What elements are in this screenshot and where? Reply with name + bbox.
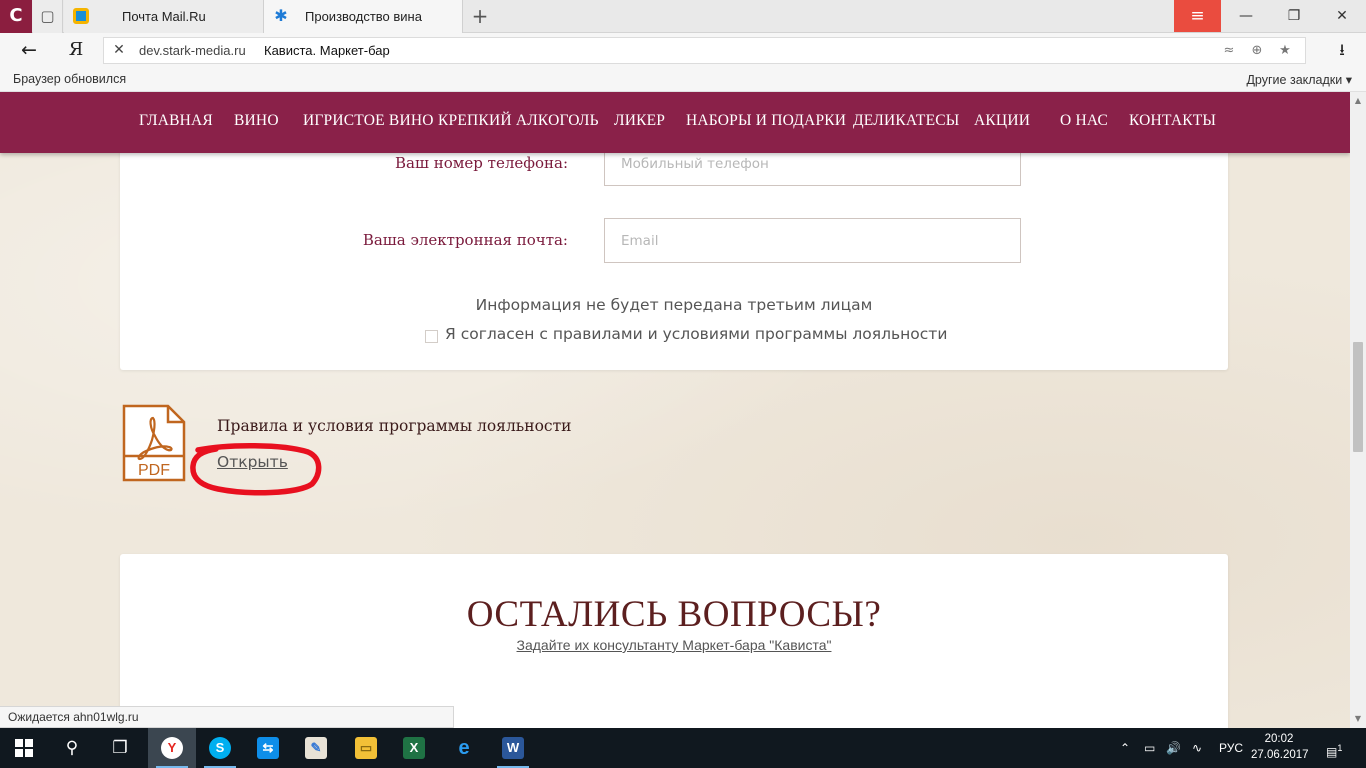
taskbar-excel[interactable]: X xyxy=(390,728,438,768)
yandex-home-button[interactable]: Я xyxy=(66,37,86,63)
downloads-icon[interactable]: ⭳ xyxy=(1332,39,1352,61)
notifications-icon[interactable]: ▤1 xyxy=(1326,728,1342,768)
taskbar-paint[interactable]: ✎ xyxy=(292,728,340,768)
email-field[interactable] xyxy=(604,218,1021,263)
questions-heading: ОСТАЛИСЬ ВОПРОСЫ? xyxy=(466,594,882,635)
clock-time: 20:02 xyxy=(1264,733,1294,745)
consultant-link[interactable]: Задайте их консультанту Маркет-бара "Кав… xyxy=(517,637,832,653)
taskbar-yandex-browser[interactable]: Y xyxy=(148,728,196,768)
taskbar-file-explorer[interactable]: ▭ xyxy=(342,728,390,768)
back-button[interactable]: ← xyxy=(16,37,42,63)
nav-item-spirits[interactable]: КРЕПКИЙ АЛКОГОЛЬ xyxy=(438,112,599,130)
tab-mail[interactable]: Почта Mail.Ru xyxy=(64,0,264,33)
bookmarks-bar: Браузер обновился Другие закладки ▾ xyxy=(0,67,1366,92)
wifi-icon[interactable]: ∿ xyxy=(1192,728,1202,768)
star-favicon-icon: ✱ xyxy=(274,6,288,25)
privacy-note: Информация не будет передана третьим лиц… xyxy=(475,296,873,314)
tab-bar: С ▢ Почта Mail.Ru ✱ Производство вина + … xyxy=(0,0,1366,33)
start-button[interactable] xyxy=(0,728,48,768)
tab-wine-production[interactable]: ✱ Производство вина xyxy=(264,0,463,33)
open-pdf-link[interactable]: Открыть xyxy=(217,453,288,471)
status-text: Ожидается ahn01wlg.ru xyxy=(8,710,139,724)
tab-title: Почта Mail.Ru xyxy=(122,9,206,24)
email-label: Ваша электронная почта: xyxy=(362,231,568,249)
page-scrollbar[interactable]: ▲ ▼ xyxy=(1350,92,1366,728)
agree-checkbox[interactable] xyxy=(425,330,438,343)
clock-date: 27.06.2017 xyxy=(1251,749,1309,761)
phone-label: Ваш номер телефона: xyxy=(395,154,568,172)
pdf-file-icon[interactable]: PDF xyxy=(122,404,186,482)
browser-menu-button[interactable]: ≡ xyxy=(1174,0,1221,32)
minimize-button[interactable]: — xyxy=(1222,0,1270,32)
scroll-up-arrow-icon[interactable]: ▲ xyxy=(1353,96,1363,106)
taskbar-internet-explorer[interactable]: e xyxy=(440,728,488,768)
page-viewport: ГЛАВНАЯ ВИНО ИГРИСТОЕ ВИНО КРЕПКИЙ АЛКОГ… xyxy=(0,92,1350,728)
browser-logo[interactable]: С xyxy=(0,0,32,33)
nav-item-about[interactable]: О НАС xyxy=(1060,112,1108,130)
status-bar: Ожидается ahn01wlg.ru xyxy=(0,706,454,728)
folder-icon: ▭ xyxy=(355,737,377,759)
scroll-down-arrow-icon[interactable]: ▼ xyxy=(1353,714,1363,724)
windows-taskbar: ⚲ ❐ Y S ⇆ ✎ ▭ X e W ⌃ ▭ 🔊 ∿ РУС 20:02 27… xyxy=(0,728,1366,768)
windows-logo-icon xyxy=(15,739,33,757)
site-navigation: ГЛАВНАЯ ВИНО ИГРИСТОЕ ВИНО КРЕПКИЙ АЛКОГ… xyxy=(0,92,1350,153)
system-clock[interactable]: 20:02 27.06.2017 xyxy=(1251,731,1309,763)
tab-title: Производство вина xyxy=(305,9,422,24)
task-view-icon[interactable]: ❐ xyxy=(96,728,144,768)
agree-label[interactable]: Я согласен с правилами и условиями прогр… xyxy=(445,325,947,343)
nav-item-home[interactable]: ГЛАВНАЯ xyxy=(139,112,213,130)
url-domain: dev.stark-media.ru xyxy=(139,43,246,58)
yandex-browser-icon: Y xyxy=(161,737,183,759)
excel-icon: X xyxy=(403,737,425,759)
url-page-title: Кависта. Маркет-бар xyxy=(264,43,390,58)
power-icon[interactable]: ▭ xyxy=(1144,728,1155,768)
word-icon: W xyxy=(502,737,524,759)
address-field[interactable]: ✕ dev.stark-media.ru Кависта. Маркет-бар… xyxy=(103,37,1306,64)
internet-explorer-icon: e xyxy=(458,737,470,759)
scrollbar-thumb[interactable] xyxy=(1353,342,1363,452)
close-window-button[interactable]: ✕ xyxy=(1318,0,1366,32)
pinned-page-icon: ▢ xyxy=(40,7,55,25)
nav-item-delicacies[interactable]: ДЕЛИКАТЕСЫ xyxy=(853,112,960,130)
nav-item-gift-sets[interactable]: НАБОРЫ И ПОДАРКИ xyxy=(686,112,846,130)
nav-item-contacts[interactable]: КОНТАКТЫ xyxy=(1129,112,1216,130)
restore-button[interactable]: ❐ xyxy=(1270,0,1318,32)
show-hidden-icons-icon[interactable]: ⌃ xyxy=(1120,728,1130,768)
teamviewer-icon: ⇆ xyxy=(257,737,279,759)
address-bar-row: ← Я ✕ dev.stark-media.ru Кависта. Маркет… xyxy=(0,33,1366,67)
nav-item-promotions[interactable]: АКЦИИ xyxy=(974,112,1030,130)
questions-card: ОСТАЛИСЬ ВОПРОСЫ? Задайте их консультант… xyxy=(120,554,1228,728)
paint-palette-icon: ✎ xyxy=(305,737,327,759)
stop-loading-icon[interactable]: ✕ xyxy=(110,41,128,59)
nav-item-sparkling-wine[interactable]: ИГРИСТОЕ ВИНО xyxy=(303,112,434,130)
search-icon[interactable]: ⚲ xyxy=(48,728,96,768)
nav-item-wine[interactable]: ВИНО xyxy=(234,112,279,130)
skype-icon: S xyxy=(209,737,231,759)
email-input[interactable] xyxy=(605,219,1020,262)
taskbar-teamviewer[interactable]: ⇆ xyxy=(244,728,292,768)
pinned-tab[interactable]: ▢ xyxy=(33,0,63,33)
pdf-icon-label: PDF xyxy=(138,462,170,479)
bookmark-star-icon[interactable]: ★ xyxy=(1276,42,1294,60)
new-tab-button[interactable]: + xyxy=(470,5,490,27)
taskbar-skype[interactable]: S xyxy=(196,728,244,768)
protect-icon[interactable]: ≈ xyxy=(1220,42,1238,60)
questions-subtitle[interactable]: Задайте их консультанту Маркет-бара "Кав… xyxy=(120,637,1228,653)
taskbar-word[interactable]: W xyxy=(489,728,537,768)
turbo-icon[interactable]: ⊕ xyxy=(1248,42,1266,60)
browser-updated-notice[interactable]: Браузер обновился xyxy=(13,72,126,86)
volume-icon[interactable]: 🔊 xyxy=(1166,728,1181,768)
language-indicator[interactable]: РУС xyxy=(1219,728,1243,768)
mail-favicon-icon xyxy=(73,8,89,24)
loyalty-rules-title: Правила и условия программы лояльности xyxy=(217,417,572,435)
notification-count: 1 xyxy=(1337,743,1343,753)
nav-item-liqueur[interactable]: ЛИКЕР xyxy=(614,112,665,130)
other-bookmarks[interactable]: Другие закладки ▾ xyxy=(1246,72,1352,87)
